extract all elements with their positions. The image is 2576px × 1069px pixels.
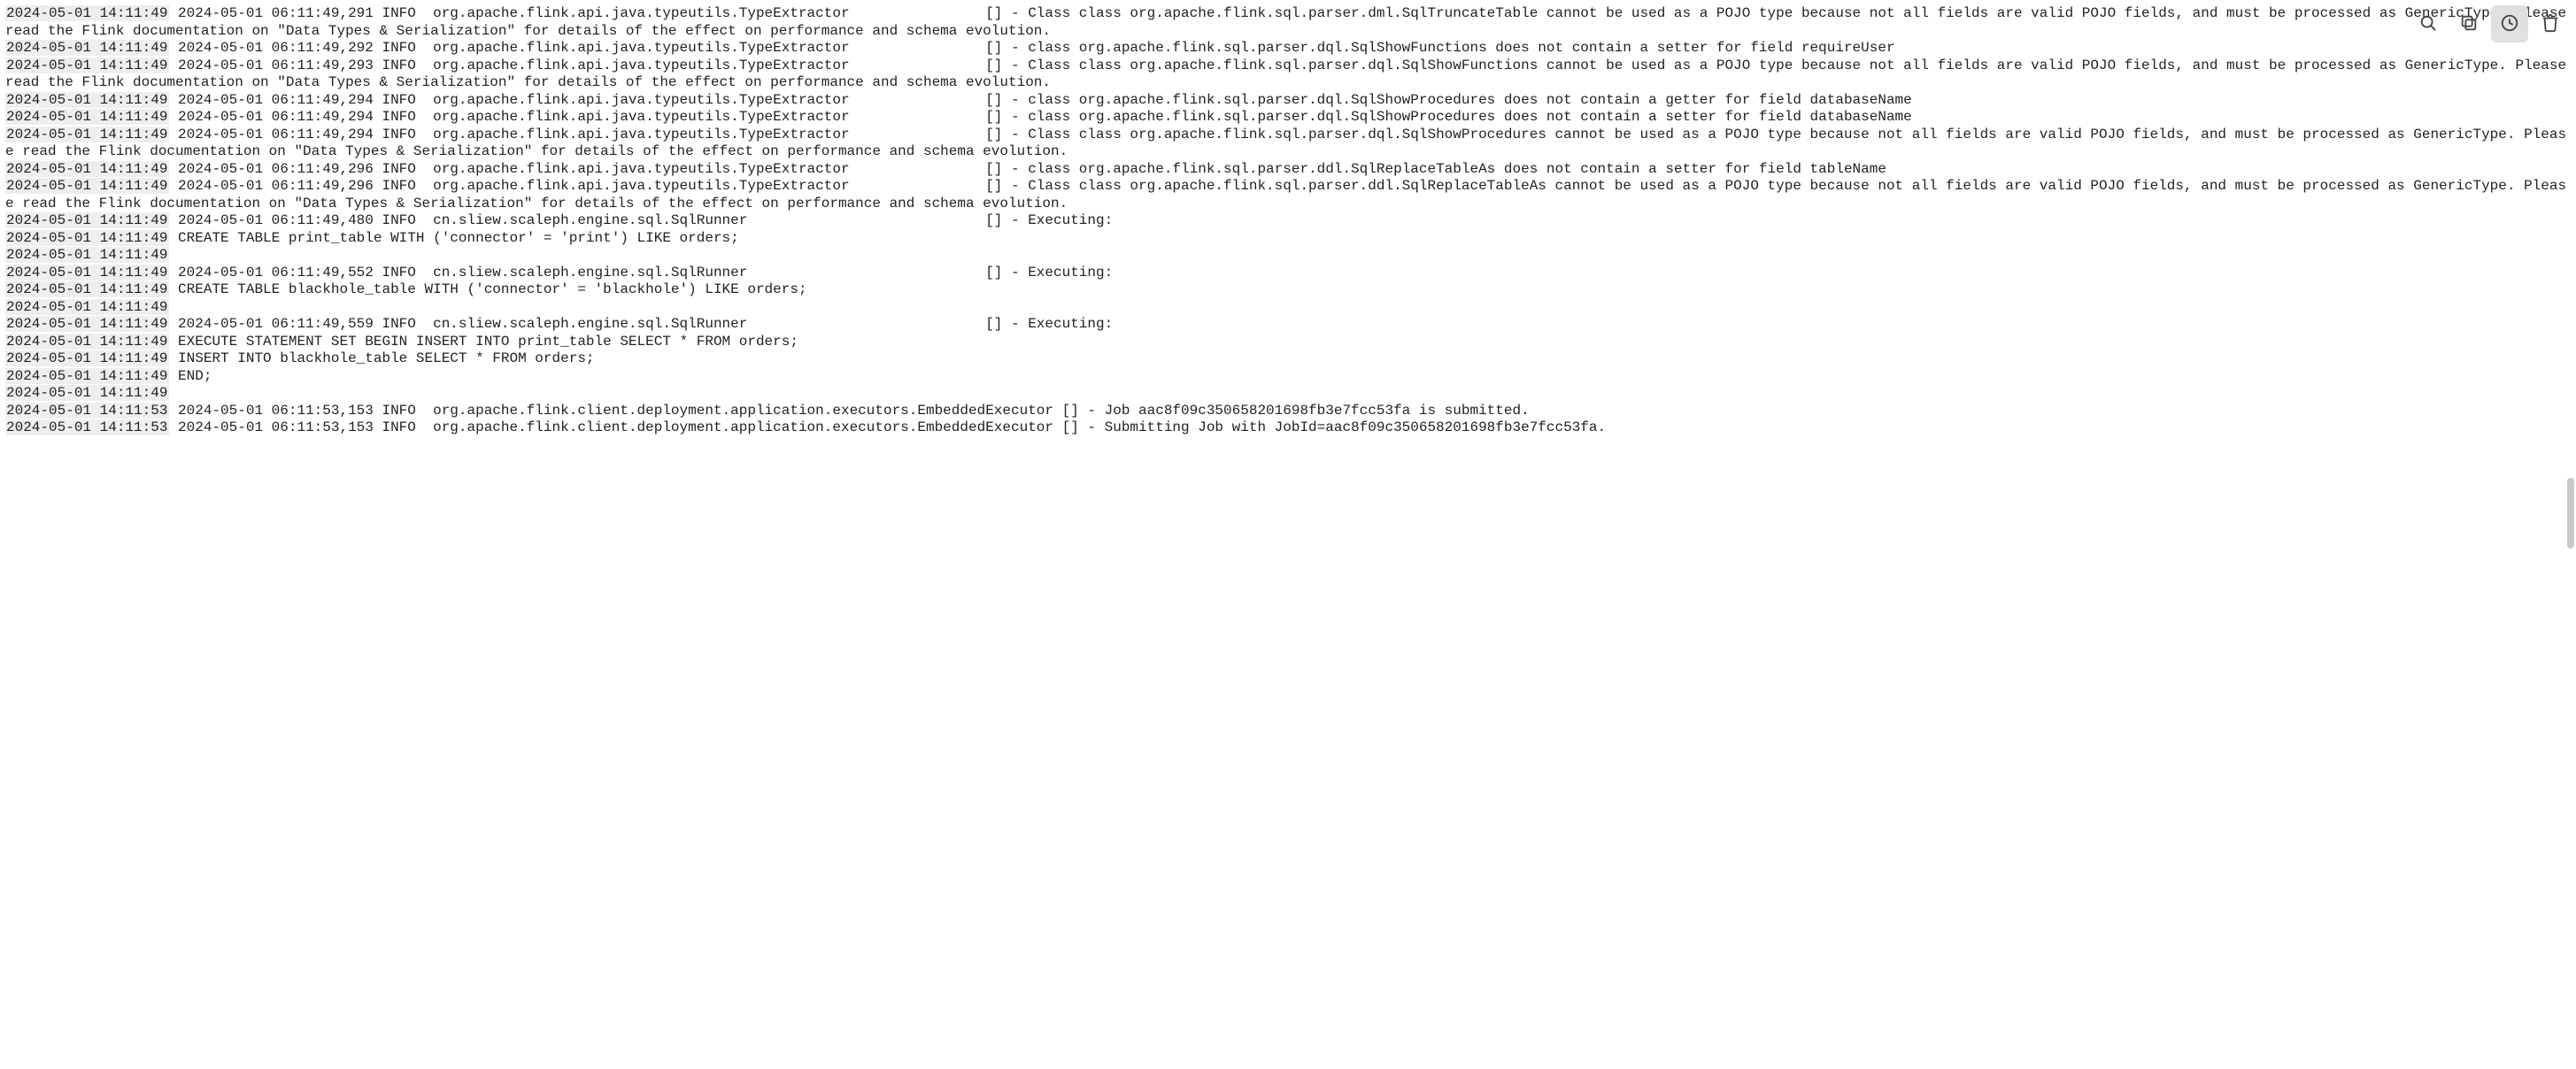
log-line: 2024-05-01 14:11:49 2024-05-01 06:11:49,… (5, 212, 2572, 230)
log-message: 2024-05-01 06:11:49,293 INFO org.apache.… (5, 58, 2575, 91)
scrollbar-thumb[interactable] (2567, 478, 2574, 549)
log-message: 2024-05-01 06:11:49,292 INFO org.apache.… (169, 40, 1894, 56)
log-message: 2024-05-01 06:11:49,480 INFO cn.sliew.sc… (169, 212, 1113, 228)
log-timestamp: 2024-05-01 14:11:53 (5, 403, 169, 419)
log-line: 2024-05-01 14:11:49 2024-05-01 06:11:49,… (5, 178, 2572, 212)
log-line: 2024-05-01 14:11:49 2024-05-01 06:11:49,… (5, 161, 2572, 179)
log-timestamp: 2024-05-01 14:11:49 (5, 247, 169, 263)
log-timestamp: 2024-05-01 14:11:49 (5, 40, 169, 56)
log-timestamp: 2024-05-01 14:11:49 (5, 281, 169, 297)
log-timestamp: 2024-05-01 14:11:49 (5, 316, 169, 332)
log-line: 2024-05-01 14:11:53 2024-05-01 06:11:53,… (5, 419, 2572, 437)
log-message: CREATE TABLE print_table WITH ('connecto… (169, 230, 738, 246)
log-line: 2024-05-01 14:11:49 2024-05-01 06:11:49,… (5, 316, 2572, 334)
copy-button[interactable] (2450, 5, 2487, 42)
log-line: 2024-05-01 14:11:49 (5, 385, 2572, 403)
log-timestamp: 2024-05-01 14:11:49 (5, 109, 169, 125)
log-line: 2024-05-01 14:11:49 2024-05-01 06:11:49,… (5, 127, 2572, 161)
log-line: 2024-05-01 14:11:49 2024-05-01 06:11:49,… (5, 5, 2572, 40)
log-message: 2024-05-01 06:11:49,291 INFO org.apache.… (5, 5, 2575, 39)
log-message: END; (169, 368, 212, 384)
log-message: 2024-05-01 06:11:49,559 INFO cn.sliew.sc… (169, 316, 1113, 332)
log-line: 2024-05-01 14:11:49 2024-05-01 06:11:49,… (5, 109, 2572, 127)
log-line: 2024-05-01 14:11:49 (5, 247, 2572, 265)
trash-icon (2541, 13, 2560, 35)
log-message: 2024-05-01 06:11:53,153 INFO org.apache.… (169, 419, 1606, 435)
log-line: 2024-05-01 14:11:49 2024-05-01 06:11:49,… (5, 92, 2572, 110)
log-timestamp: 2024-05-01 14:11:49 (5, 368, 169, 384)
clear-button[interactable] (2532, 5, 2569, 42)
log-message: EXECUTE STATEMENT SET BEGIN INSERT INTO … (169, 334, 798, 350)
log-timestamp: 2024-05-01 14:11:49 (5, 230, 169, 246)
log-line: 2024-05-01 14:11:49 CREATE TABLE print_t… (5, 230, 2572, 248)
search-button[interactable] (2410, 5, 2447, 42)
search-icon (2418, 13, 2438, 35)
log-line: 2024-05-01 14:11:49 CREATE TABLE blackho… (5, 281, 2572, 299)
log-message: 2024-05-01 06:11:49,294 INFO org.apache.… (169, 92, 1911, 108)
log-timestamp: 2024-05-01 14:11:49 (5, 334, 169, 350)
log-line: 2024-05-01 14:11:49 EXECUTE STATEMENT SE… (5, 334, 2572, 351)
log-line: 2024-05-01 14:11:49 INSERT INTO blackhol… (5, 350, 2572, 368)
log-toolbar (2410, 5, 2569, 42)
log-message: 2024-05-01 06:11:49,552 INFO cn.sliew.sc… (169, 265, 1113, 281)
log-line: 2024-05-01 14:11:53 2024-05-01 06:11:53,… (5, 403, 2572, 420)
log-message: INSERT INTO blackhole_table SELECT * FRO… (169, 350, 594, 366)
log-timestamp: 2024-05-01 14:11:53 (5, 419, 169, 435)
log-message: 2024-05-01 06:11:49,294 INFO org.apache.… (169, 109, 1911, 125)
log-line: 2024-05-01 14:11:49 (5, 299, 2572, 317)
log-timestamp: 2024-05-01 14:11:49 (5, 178, 169, 194)
log-message: 2024-05-01 06:11:49,294 INFO org.apache.… (5, 127, 2566, 160)
log-line: 2024-05-01 14:11:49 END; (5, 368, 2572, 386)
log-message: CREATE TABLE blackhole_table WITH ('conn… (169, 281, 806, 297)
log-timestamp: 2024-05-01 14:11:49 (5, 385, 169, 401)
log-line: 2024-05-01 14:11:49 2024-05-01 06:11:49,… (5, 265, 2572, 282)
log-timestamp: 2024-05-01 14:11:49 (5, 350, 169, 366)
log-timestamp: 2024-05-01 14:11:49 (5, 5, 169, 21)
clock-icon (2500, 13, 2519, 35)
log-timestamp: 2024-05-01 14:11:49 (5, 299, 169, 315)
log-timestamp: 2024-05-01 14:11:49 (5, 265, 169, 281)
copy-icon (2459, 13, 2479, 35)
log-timestamp: 2024-05-01 14:11:49 (5, 161, 169, 177)
timestamps-toggle-button[interactable] (2491, 5, 2528, 42)
log-output: 2024-05-01 14:11:49 2024-05-01 06:11:49,… (0, 0, 2576, 442)
log-message: 2024-05-01 06:11:49,296 INFO org.apache.… (5, 178, 2566, 211)
log-line: 2024-05-01 14:11:49 2024-05-01 06:11:49,… (5, 40, 2572, 58)
log-message: 2024-05-01 06:11:53,153 INFO org.apache.… (169, 403, 1529, 419)
log-viewport[interactable]: 2024-05-01 14:11:49 2024-05-01 06:11:49,… (0, 0, 2576, 1069)
log-timestamp: 2024-05-01 14:11:49 (5, 92, 169, 108)
log-line: 2024-05-01 14:11:49 2024-05-01 06:11:49,… (5, 58, 2572, 92)
log-timestamp: 2024-05-01 14:11:49 (5, 212, 169, 228)
log-timestamp: 2024-05-01 14:11:49 (5, 58, 169, 73)
log-timestamp: 2024-05-01 14:11:49 (5, 127, 169, 142)
log-message: 2024-05-01 06:11:49,296 INFO org.apache.… (169, 161, 1886, 177)
